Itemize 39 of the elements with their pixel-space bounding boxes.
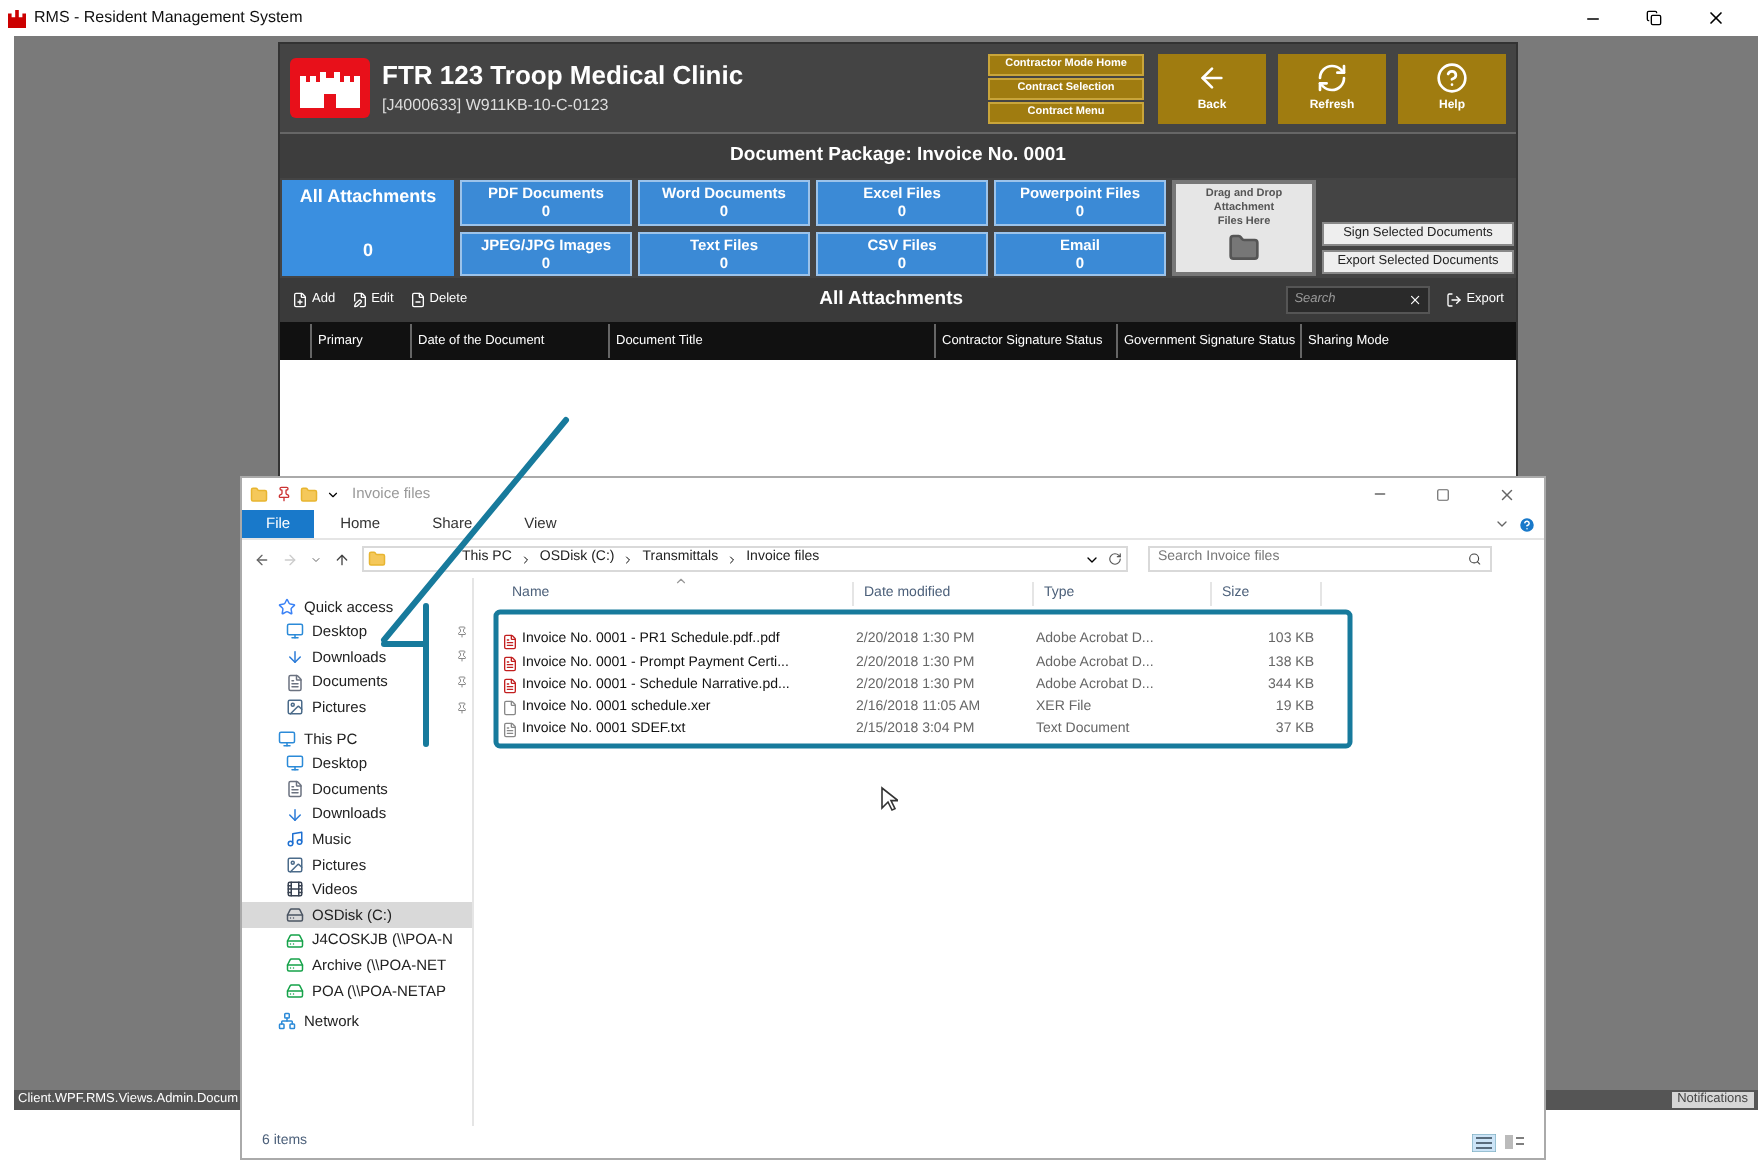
mouse-cursor-icon: [880, 786, 898, 812]
edit-icon: [351, 292, 368, 308]
add-icon: [292, 292, 308, 308]
help-icon: [1436, 61, 1468, 93]
contract-number: [J4000633] W911KB-10-C-0123: [382, 96, 611, 114]
back-icon[interactable]: [254, 551, 270, 567]
delete-icon: [409, 292, 426, 308]
separator-icon: [726, 553, 739, 565]
close-icon[interactable]: [1706, 8, 1726, 28]
maximize-icon[interactable]: [1436, 487, 1450, 501]
file-icon: [502, 700, 518, 717]
text-file-icon: [502, 722, 518, 739]
tile-label: All Attachments: [299, 188, 437, 206]
sort-icon: [674, 574, 688, 588]
pdf-file-icon: [502, 677, 518, 694]
tile-count: 0: [362, 242, 373, 264]
separator-icon: [519, 553, 532, 565]
clinic-title: FTR 123 Troop Medical Clinic: [382, 62, 744, 90]
back-icon: [1196, 61, 1228, 93]
restore-icon[interactable]: [1646, 10, 1662, 26]
refresh-icon[interactable]: [1108, 552, 1122, 566]
clear-icon[interactable]: [1408, 292, 1423, 308]
section-title: All Attachments: [819, 285, 964, 314]
package-title: Document Package: Invoice No. 0001: [730, 141, 1066, 170]
app-logo-icon: [8, 9, 26, 27]
refresh-icon: [1316, 61, 1348, 93]
up-icon[interactable]: [334, 551, 350, 567]
expand-ribbon-icon[interactable]: [1494, 516, 1510, 532]
help-icon[interactable]: [1518, 515, 1536, 533]
pdf-file-icon: [502, 633, 518, 650]
customize-icon[interactable]: [326, 487, 340, 501]
details-view-icon[interactable]: [1472, 1133, 1496, 1151]
pdf-file-icon: [502, 655, 518, 672]
export-icon: [1446, 292, 1463, 308]
tiles-view-icon[interactable]: [1504, 1134, 1524, 1150]
search-icon: [1468, 552, 1482, 566]
castle-logo-icon: [290, 58, 370, 118]
separator-icon: [622, 553, 635, 565]
window-title: RMS - Resident Management System: [34, 6, 303, 30]
